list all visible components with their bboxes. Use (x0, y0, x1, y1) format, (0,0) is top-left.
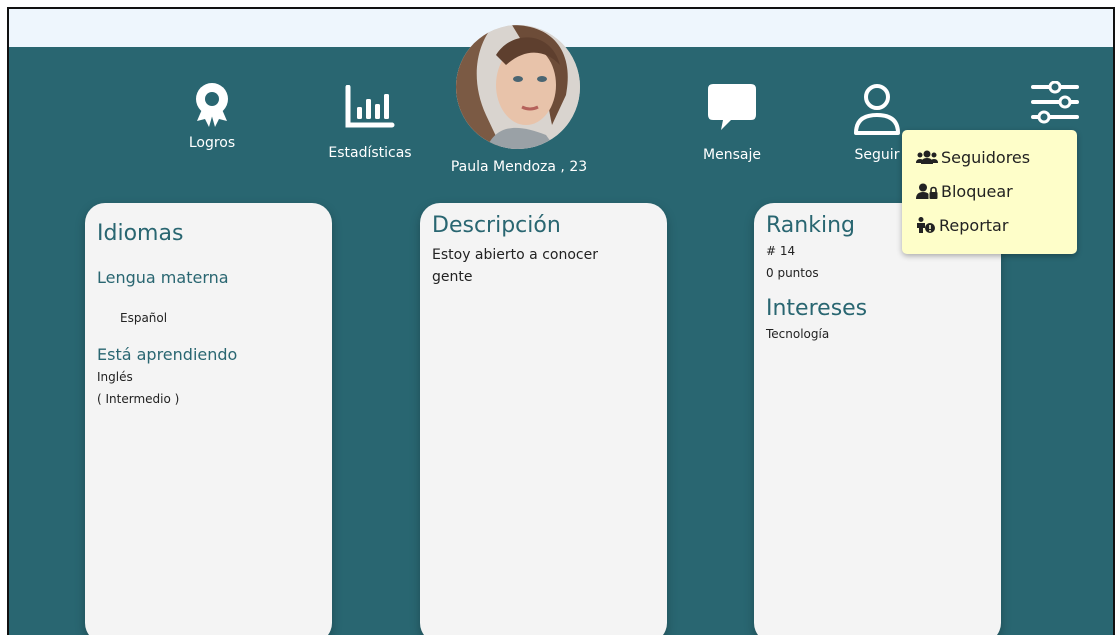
descripcion-text: Estoy abierto a conocer gente (432, 247, 598, 285)
dropdown-item-label: Reportar (939, 215, 1009, 235)
profile-avatar[interactable] (456, 25, 580, 149)
sliders-icon (1031, 81, 1079, 124)
nav-estadisticas[interactable]: Estadísticas (315, 85, 425, 161)
learning-level: ( Intermedio ) (97, 392, 180, 406)
ranking-points: 0 puntos (766, 266, 819, 280)
descripcion-title: Descripción (432, 213, 561, 238)
nav-mensaje[interactable]: Mensaje (697, 81, 767, 163)
nav-logros-label: Logros (188, 135, 236, 151)
bar-chart-icon (345, 85, 395, 128)
learning-heading: Está aprendiendo (97, 345, 238, 364)
nav-mensaje-label: Mensaje (703, 147, 761, 163)
native-language-value: Español (120, 311, 168, 325)
user-report-icon (917, 217, 935, 233)
native-language-heading: Lengua materna (97, 268, 229, 287)
chat-icon (708, 84, 756, 130)
user-icon (854, 84, 900, 135)
dropdown-item-label: Seguidores (941, 147, 1031, 167)
profile-name: Paula Mendoza , 23 (450, 159, 588, 175)
dropdown-item-label: Bloquear (941, 181, 1013, 201)
settings-button[interactable] (1029, 81, 1081, 125)
top-bar (9, 9, 1113, 47)
intereses-title: Intereses (766, 296, 868, 321)
award-icon (196, 83, 228, 127)
dropdown-item-seguidores[interactable]: Seguidores (916, 140, 1077, 174)
descripcion-card: Descripción Estoy abierto a conocer gent… (420, 203, 667, 635)
ranking-card: Ranking # 14 0 puntos Intereses Tecnolog… (754, 203, 1001, 635)
dropdown-item-bloquear[interactable]: Bloquear (916, 174, 1077, 208)
users-icon (916, 150, 938, 164)
idiomas-title: Idiomas (97, 221, 184, 246)
learning-language: Inglés (97, 370, 133, 384)
options-dropdown: Seguidores Bloquear Reportar (902, 130, 1077, 254)
avatar-photo (456, 25, 580, 149)
nav-logros[interactable]: Logros (177, 81, 247, 151)
intereses-value: Tecnología (766, 327, 830, 341)
user-lock-icon (916, 183, 938, 199)
dropdown-item-reportar[interactable]: Reportar (916, 208, 1077, 242)
idiomas-card: Idiomas Lengua materna Español Está apre… (85, 203, 332, 635)
app-frame: Logros Estadísticas Paula Mendoza , 23 M… (7, 7, 1115, 635)
